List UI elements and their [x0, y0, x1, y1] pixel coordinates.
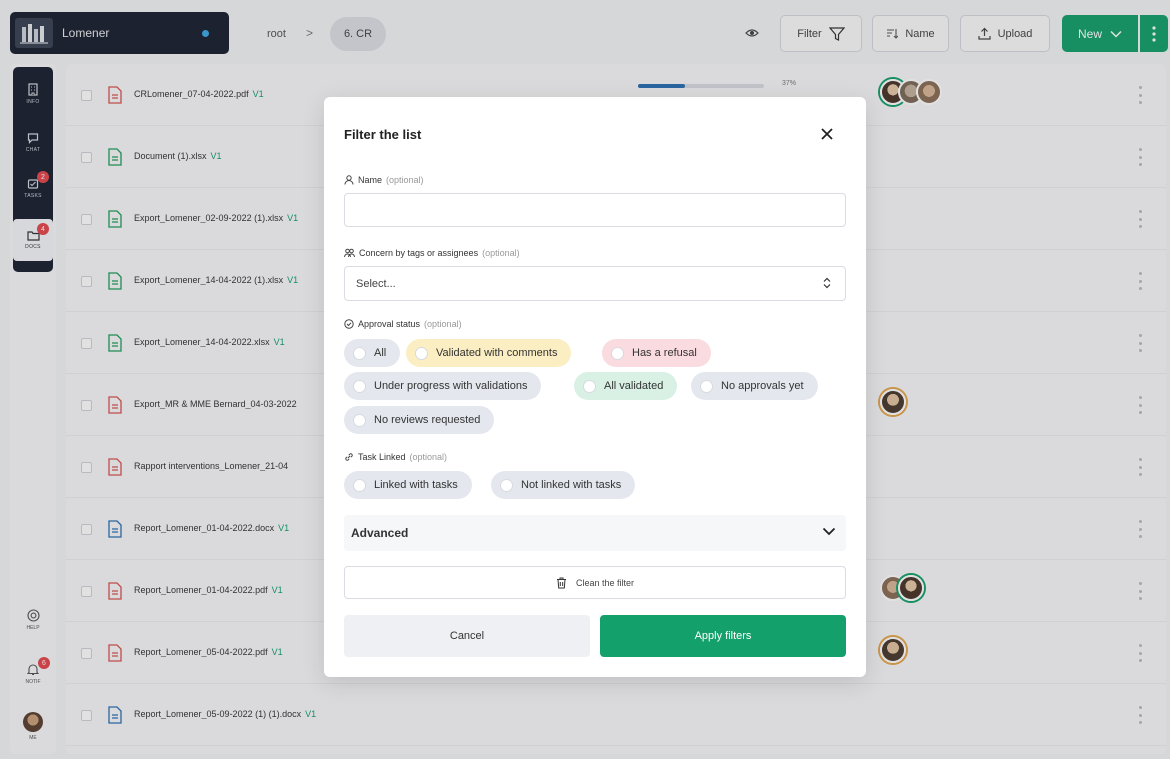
- advanced-section-toggle[interactable]: Advanced: [344, 515, 846, 551]
- task-option-not-linked[interactable]: Not linked with tasks: [491, 471, 636, 499]
- optional-text: (optional): [482, 248, 520, 258]
- option-label: All validated: [604, 380, 664, 392]
- radio-icon: [500, 478, 513, 492]
- radio-icon: [583, 379, 596, 393]
- approval-option-under-progress[interactable]: Under progress with validations: [344, 372, 542, 400]
- name-input[interactable]: [344, 193, 846, 227]
- option-label: Validated with comments: [436, 347, 558, 359]
- name-field-label: Name (optional): [344, 175, 424, 185]
- dialog-title: Filter the list: [344, 127, 422, 142]
- option-label: No approvals yet: [721, 380, 804, 392]
- option-label: Under progress with validations: [374, 380, 528, 392]
- user-icon: [344, 175, 354, 185]
- radio-icon: [415, 346, 428, 360]
- task-field-label: Task Linked (optional): [344, 452, 447, 462]
- task-option-linked[interactable]: Linked with tasks: [344, 471, 472, 499]
- optional-text: (optional): [386, 175, 424, 185]
- concern-select-value: Select...: [356, 277, 396, 290]
- clean-filter-button[interactable]: Clean the filter: [344, 566, 846, 599]
- radio-icon: [353, 379, 366, 393]
- approval-option-no-reviews[interactable]: No reviews requested: [344, 406, 495, 434]
- approval-option-no-approvals[interactable]: No approvals yet: [691, 372, 818, 400]
- advanced-label: Advanced: [351, 526, 409, 540]
- option-label: No reviews requested: [374, 414, 481, 426]
- radio-icon: [353, 413, 366, 427]
- approval-option-has-refusal[interactable]: Has a refusal: [602, 339, 711, 367]
- approval-label-text: Approval status: [358, 319, 421, 329]
- task-label-text: Task Linked: [358, 452, 406, 462]
- option-label: Has a refusal: [632, 347, 697, 359]
- radio-icon: [353, 346, 366, 360]
- link-icon: [345, 453, 353, 461]
- option-label: Linked with tasks: [374, 479, 458, 491]
- radio-icon: [700, 379, 713, 393]
- optional-text: (optional): [409, 452, 448, 462]
- select-arrows-icon: [823, 277, 831, 289]
- clean-filter-label: Clean the filter: [575, 577, 635, 588]
- approval-option-validated-with-comments[interactable]: Validated with comments: [406, 339, 572, 367]
- radio-icon: [353, 478, 366, 492]
- radio-icon: [611, 346, 624, 360]
- people-icon: [344, 248, 355, 258]
- close-icon[interactable]: [818, 125, 836, 143]
- approval-option-all[interactable]: All: [344, 339, 401, 367]
- concern-label-text: Concern by tags or assignees: [359, 248, 479, 258]
- approval-field-label: Approval status (optional): [344, 319, 462, 329]
- option-label: All: [374, 347, 387, 359]
- name-label-text: Name: [358, 175, 383, 185]
- approval-option-all-validated[interactable]: All validated: [574, 372, 678, 400]
- check-circle-icon: [344, 319, 354, 329]
- apply-filters-button[interactable]: Apply filters: [600, 615, 846, 657]
- option-label: Not linked with tasks: [521, 479, 622, 491]
- chevron-down-icon: [822, 527, 836, 536]
- cancel-button[interactable]: Cancel: [344, 615, 590, 657]
- concern-select[interactable]: Select...: [344, 266, 846, 301]
- optional-text: (optional): [424, 319, 462, 329]
- trash-icon: [556, 577, 566, 588]
- concern-field-label: Concern by tags or assignees (optional): [344, 248, 520, 258]
- filter-dialog: Filter the list Name (optional) Concern …: [324, 97, 866, 677]
